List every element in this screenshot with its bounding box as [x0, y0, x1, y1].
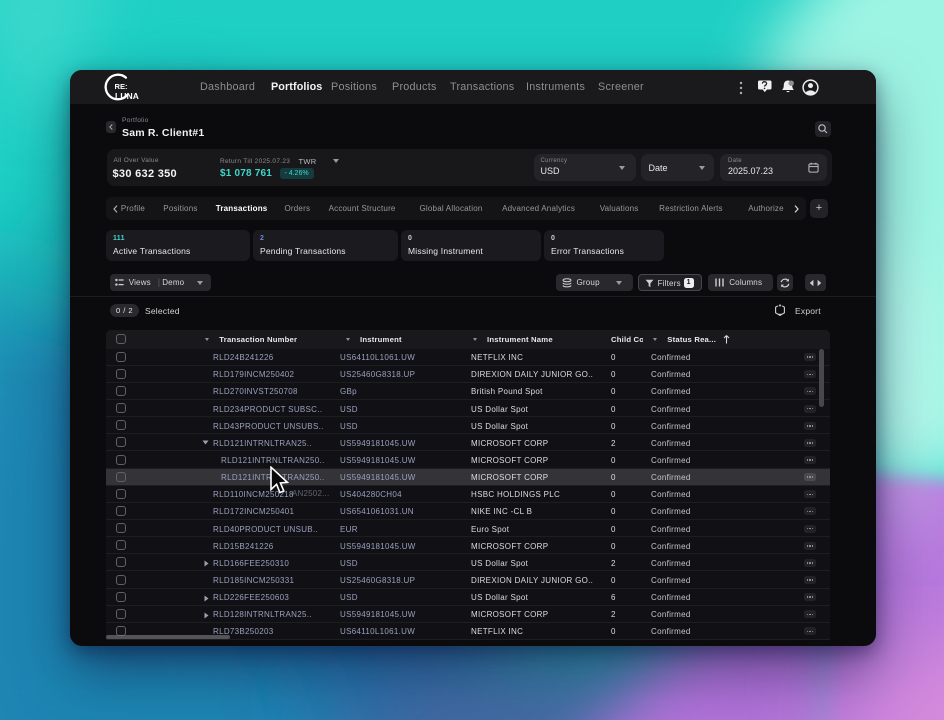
svg-text:LUNA: LUNA [115, 91, 139, 101]
svg-text:RE:: RE: [115, 82, 128, 91]
